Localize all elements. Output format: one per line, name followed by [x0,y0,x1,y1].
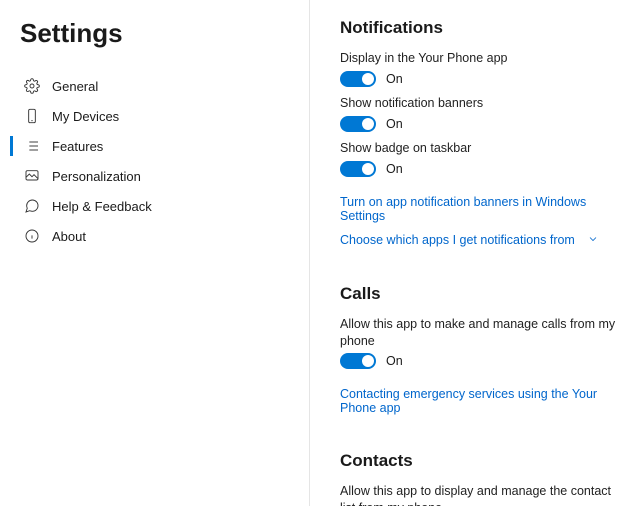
section-contacts: Contacts Allow this app to display and m… [340,451,620,506]
settings-content: Notifications Display in the Your Phone … [310,0,640,506]
sidebar-item-label: About [52,229,86,244]
sidebar-item-label: Features [52,139,103,154]
setting-label: Allow this app to make and manage calls … [340,316,620,350]
sidebar-item-label: My Devices [52,109,119,124]
section-title: Notifications [340,18,620,38]
setting-notification-banners: Show notification banners On [340,95,620,132]
link-emergency-services[interactable]: Contacting emergency services using the … [340,387,620,415]
section-calls: Calls Allow this app to make and manage … [340,284,620,416]
link-choose-apps[interactable]: Choose which apps I get notifications fr… [340,233,599,248]
setting-display-in-app: Display in the Your Phone app On [340,50,620,87]
sidebar-item-personalization[interactable]: Personalization [18,161,309,191]
personalization-icon [24,168,40,184]
toggle-state: On [386,354,403,368]
toggle-notification-banners[interactable] [340,116,376,132]
section-title: Calls [340,284,620,304]
sidebar-item-help-feedback[interactable]: Help & Feedback [18,191,309,221]
sidebar-item-general[interactable]: General [18,71,309,101]
section-notifications: Notifications Display in the Your Phone … [340,18,620,248]
info-icon [24,228,40,244]
setting-label: Show badge on taskbar [340,140,620,157]
toggle-allow-calls[interactable] [340,353,376,369]
section-title: Contacts [340,451,620,471]
sidebar-item-label: General [52,79,98,94]
link-text: Choose which apps I get notifications fr… [340,233,575,247]
sidebar-nav: General My Devices Features Personalizat… [18,71,309,251]
link-windows-notification-settings[interactable]: Turn on app notification banners in Wind… [340,195,620,223]
settings-sidebar: Settings General My Devices Features Per… [0,0,310,506]
setting-label: Show notification banners [340,95,620,112]
phone-icon [24,108,40,124]
sidebar-item-label: Help & Feedback [52,199,152,214]
setting-badge-taskbar: Show badge on taskbar On [340,140,620,177]
toggle-state: On [386,72,403,86]
list-icon [24,138,40,154]
setting-label: Display in the Your Phone app [340,50,620,67]
toggle-badge-taskbar[interactable] [340,161,376,177]
page-title: Settings [20,18,309,49]
toggle-state: On [386,117,403,131]
chevron-down-icon [587,233,599,248]
setting-label: Allow this app to display and manage the… [340,483,620,506]
gear-icon [24,78,40,94]
setting-allow-contacts: Allow this app to display and manage the… [340,483,620,506]
sidebar-item-my-devices[interactable]: My Devices [18,101,309,131]
sidebar-item-label: Personalization [52,169,141,184]
sidebar-item-about[interactable]: About [18,221,309,251]
setting-allow-calls: Allow this app to make and manage calls … [340,316,620,370]
sidebar-item-features[interactable]: Features [18,131,309,161]
toggle-display-in-app[interactable] [340,71,376,87]
feedback-icon [24,198,40,214]
toggle-state: On [386,162,403,176]
